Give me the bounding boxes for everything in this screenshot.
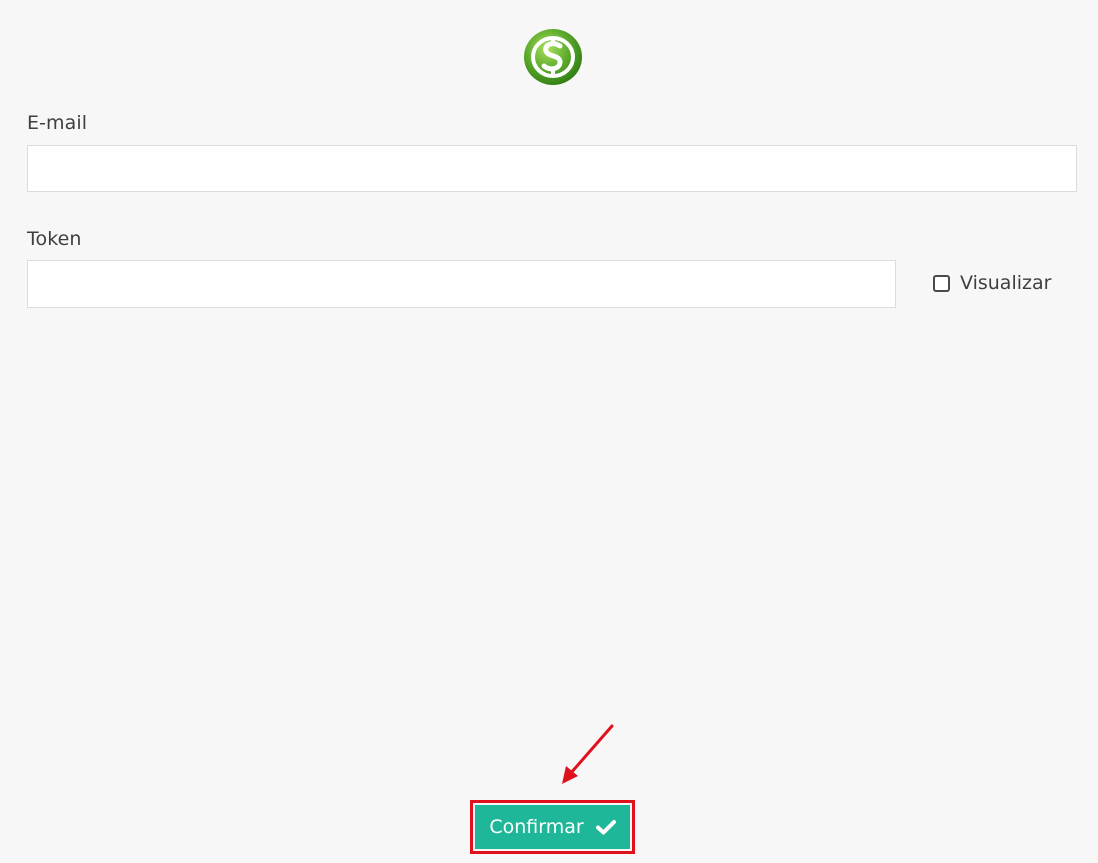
token-field[interactable]	[27, 260, 896, 308]
email-field[interactable]	[27, 145, 1077, 192]
email-label: E-mail	[27, 112, 88, 134]
checkbox-icon[interactable]	[933, 274, 950, 292]
confirm-button-label: Confirmar	[489, 816, 584, 838]
check-icon	[595, 820, 616, 835]
dollar-coin-logo	[524, 29, 582, 85]
show-token-label: Visualizar	[960, 272, 1052, 294]
confirm-button[interactable]: Confirmar	[475, 805, 630, 849]
token-label: Token	[27, 228, 82, 250]
show-token-checkbox[interactable]: Visualizar	[933, 270, 1051, 296]
annotation-arrow-icon	[562, 724, 614, 784]
